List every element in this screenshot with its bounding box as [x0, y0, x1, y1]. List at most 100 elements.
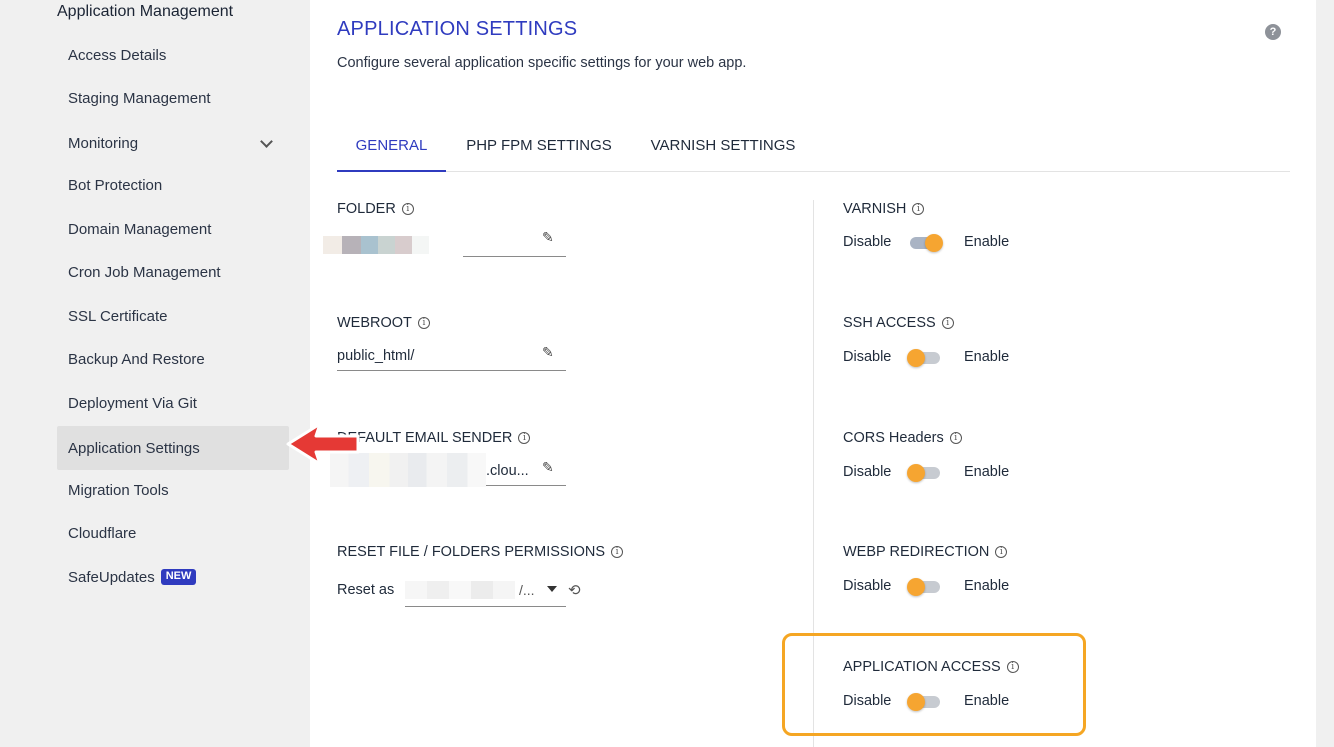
- info-icon[interactable]: i: [611, 546, 624, 558]
- sidebar: Application Management Access Details St…: [0, 0, 300, 747]
- webroot-label: WEBROOT i: [337, 315, 430, 331]
- sidebar-item-label: Cloudflare: [68, 524, 137, 542]
- sidebar-item-deployment-via-git[interactable]: Deployment Via Git: [57, 381, 289, 425]
- folder-label-text: FOLDER: [337, 201, 396, 217]
- sidebar-item-label: Cron Job Management: [68, 263, 221, 281]
- application-access-label: APPLICATION ACCESS i: [843, 659, 1019, 675]
- reset-value-suffix: /...: [519, 582, 535, 598]
- disable-label: Disable: [843, 464, 892, 480]
- sidebar-item-label: Access Details: [68, 46, 167, 64]
- tab-php-fpm-settings[interactable]: PHP FPM SETTINGS: [456, 120, 622, 171]
- webroot-input[interactable]: public_html/: [337, 341, 566, 371]
- toggle-knob: [925, 234, 943, 252]
- application-access-highlight: [782, 633, 1086, 736]
- info-icon[interactable]: i: [1006, 661, 1019, 673]
- cors-headers-toggle-row: Disable Enable: [843, 464, 1043, 484]
- toggle-knob: [907, 464, 925, 482]
- sidebar-item-cron-job-management[interactable]: Cron Job Management: [57, 250, 289, 294]
- cors-headers-toggle[interactable]: [907, 464, 940, 482]
- tab-bar: GENERAL PHP FPM SETTINGS VARNISH SETTING…: [337, 120, 1290, 172]
- help-icon[interactable]: ?: [1265, 24, 1281, 40]
- cors-headers-label-text: CORS Headers: [843, 430, 944, 446]
- sidebar-item-backup-and-restore[interactable]: Backup And Restore: [57, 337, 289, 381]
- folder-value-redacted: [323, 236, 429, 254]
- new-badge: NEW: [160, 569, 197, 585]
- toggle-knob: [907, 349, 925, 367]
- info-icon[interactable]: i: [401, 203, 414, 215]
- sidebar-item-label: Monitoring: [68, 134, 139, 152]
- ssh-access-label-text: SSH ACCESS: [843, 315, 936, 331]
- sidebar-item-staging-management[interactable]: Staging Management: [57, 76, 289, 120]
- refresh-icon[interactable]: ⟲: [568, 581, 581, 599]
- info-icon[interactable]: i: [941, 317, 954, 329]
- webp-redirection-label: WEBP REDIRECTION i: [843, 544, 1008, 560]
- sidebar-item-migration-tools[interactable]: Migration Tools: [57, 468, 289, 512]
- sidebar-item-label: Deployment Via Git: [68, 394, 197, 412]
- info-icon[interactable]: i: [417, 317, 430, 329]
- webp-redirection-label-text: WEBP REDIRECTION: [843, 544, 990, 560]
- application-access-toggle[interactable]: [907, 693, 940, 711]
- info-icon[interactable]: i: [518, 432, 531, 444]
- info-icon[interactable]: i: [949, 432, 962, 444]
- sidebar-item-cloudflare[interactable]: Cloudflare: [57, 511, 289, 555]
- tab-general[interactable]: GENERAL: [337, 120, 446, 172]
- tab-varnish-settings[interactable]: VARNISH SETTINGS: [642, 120, 804, 171]
- pencil-icon[interactable]: ✎: [542, 229, 558, 245]
- default-email-sender-label: DEFAULT EMAIL SENDER i: [337, 430, 531, 446]
- pencil-icon[interactable]: ✎: [542, 344, 558, 360]
- disable-label: Disable: [843, 349, 892, 365]
- cors-headers-label: CORS Headers i: [843, 430, 962, 446]
- disable-label: Disable: [843, 234, 892, 250]
- ssh-access-toggle[interactable]: [907, 349, 940, 367]
- enable-label: Enable: [964, 693, 1010, 709]
- sidebar-item-monitoring[interactable]: Monitoring: [57, 121, 289, 165]
- ssh-access-toggle-row: Disable Enable: [843, 349, 1043, 369]
- enable-label: Enable: [964, 349, 1010, 365]
- info-icon[interactable]: i: [995, 546, 1008, 558]
- sidebar-item-label: Bot Protection: [68, 176, 163, 194]
- disable-label: Disable: [843, 578, 892, 594]
- enable-label: Enable: [964, 234, 1010, 250]
- page-description: Configure several application specific s…: [337, 55, 747, 71]
- varnish-label: VARNISH i: [843, 201, 925, 217]
- toggle-knob: [907, 693, 925, 711]
- webp-redirection-toggle-row: Disable Enable: [843, 578, 1043, 598]
- varnish-toggle[interactable]: [910, 234, 943, 252]
- application-access-label-text: APPLICATION ACCESS: [843, 659, 1001, 675]
- pencil-icon[interactable]: ✎: [542, 459, 558, 475]
- sidebar-item-bot-protection[interactable]: Bot Protection: [57, 163, 289, 207]
- webp-redirection-toggle[interactable]: [907, 578, 940, 596]
- red-arrow-icon: [286, 422, 360, 466]
- sidebar-item-label: Migration Tools: [68, 481, 169, 499]
- sidebar-item-label: SafeUpdates: [68, 568, 155, 586]
- sidebar-item-label: Staging Management: [68, 89, 211, 107]
- page-title: APPLICATION SETTINGS: [337, 18, 578, 40]
- sidebar-title: Application Management: [57, 3, 234, 20]
- toggle-knob: [907, 578, 925, 596]
- main-panel: APPLICATION SETTINGS Configure several a…: [310, 0, 1316, 747]
- folder-label: FOLDER i: [337, 201, 414, 217]
- reset-as-label: Reset as: [337, 582, 395, 598]
- reset-permissions-label: RESET FILE / FOLDERS PERMISSIONS i: [337, 544, 624, 560]
- sidebar-item-label: Backup And Restore: [68, 350, 205, 368]
- sidebar-item-safeupdates[interactable]: SafeUpdates NEW: [57, 555, 289, 599]
- varnish-label-text: VARNISH: [843, 201, 907, 217]
- info-icon[interactable]: i: [912, 203, 925, 215]
- sidebar-item-ssl-certificate[interactable]: SSL Certificate: [57, 294, 289, 338]
- reset-permissions-select[interactable]: /...: [405, 573, 566, 607]
- enable-label: Enable: [964, 578, 1010, 594]
- reset-permissions-label-text: RESET FILE / FOLDERS PERMISSIONS: [337, 544, 606, 560]
- sidebar-item-domain-management[interactable]: Domain Management: [57, 207, 289, 251]
- webroot-label-text: WEBROOT: [337, 315, 412, 331]
- caret-down-icon[interactable]: [547, 586, 557, 592]
- sidebar-item-application-settings[interactable]: Application Settings: [57, 426, 289, 470]
- reset-value-redacted: [405, 581, 515, 599]
- ssh-access-label: SSH ACCESS i: [843, 315, 954, 331]
- sidebar-item-access-details[interactable]: Access Details: [57, 33, 289, 77]
- chevron-down-icon[interactable]: [260, 135, 273, 148]
- disable-label: Disable: [843, 693, 892, 709]
- sidebar-item-label: Application Settings: [68, 439, 200, 457]
- sidebar-item-label: Domain Management: [68, 220, 212, 238]
- sidebar-item-label: SSL Certificate: [68, 307, 168, 325]
- enable-label: Enable: [964, 464, 1010, 480]
